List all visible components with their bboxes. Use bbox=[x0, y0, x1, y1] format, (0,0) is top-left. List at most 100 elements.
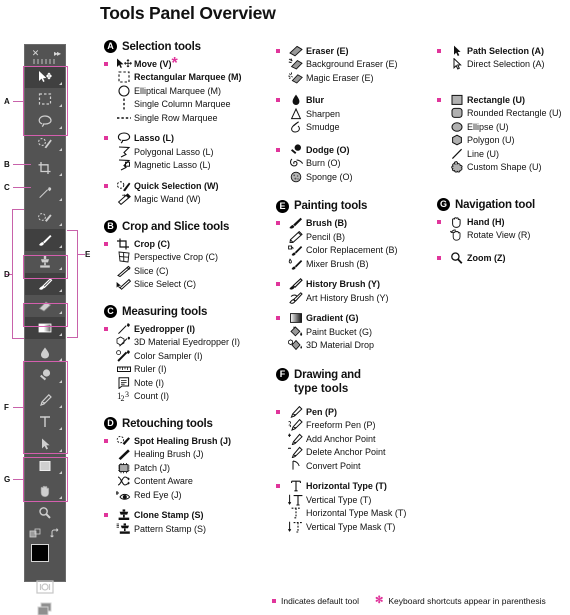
tool-row-content-aware[interactable]: Content Aware bbox=[104, 475, 274, 489]
default-tool-dot-blank bbox=[437, 138, 441, 142]
tool-row-ruler[interactable]: Ruler (I) bbox=[104, 363, 274, 377]
tool-row-horizontal-type-mask[interactable]: Horizontal Type Mask (T) bbox=[276, 507, 436, 521]
tool-row-rotate-view[interactable]: Rotate View (R) bbox=[437, 229, 570, 243]
tool-row-perspective-crop[interactable]: Perspective Crop (C) bbox=[104, 251, 274, 265]
toolbar-brush-tool[interactable] bbox=[25, 229, 65, 251]
tool-row-add-anchor-point[interactable]: Add Anchor Point bbox=[276, 432, 436, 446]
foreground-color-swatch[interactable] bbox=[31, 544, 49, 562]
tool-row-background-eraser[interactable]: Background Eraser (E) bbox=[276, 58, 436, 72]
tool-row-brush[interactable]: Brush (B) bbox=[276, 217, 436, 231]
tool-group: Dodge (O) Burn (O) Sponge (O) bbox=[276, 143, 436, 184]
tool-row-pencil[interactable]: Pencil (B) bbox=[276, 230, 436, 244]
default-tool-dot-blank bbox=[104, 282, 108, 286]
tool-row-single-row-marquee[interactable]: Single Row Marquee bbox=[104, 111, 274, 125]
tool-row-spot-healing-brush[interactable]: Spot Healing Brush (J) bbox=[104, 434, 274, 448]
tool-row-smudge[interactable]: Smudge bbox=[276, 121, 436, 135]
tool-row-patch[interactable]: Patch (J) bbox=[104, 461, 274, 475]
tool-row-custom-shape[interactable]: Custom Shape (U) bbox=[437, 161, 570, 175]
tool-row-polygon[interactable]: Polygon (U) bbox=[437, 134, 570, 148]
tool-row-slice[interactable]: Slice (C) bbox=[104, 264, 274, 278]
tool-row-lasso[interactable]: Lasso (L) bbox=[104, 132, 274, 146]
tool-row-magic-eraser[interactable]: Magic Eraser (E) bbox=[276, 71, 436, 85]
tool-row-blur[interactable]: Blur bbox=[276, 94, 436, 108]
convert-point-icon bbox=[286, 459, 306, 472]
drag-grip-icon[interactable] bbox=[33, 59, 57, 64]
close-icon[interactable]: ✕ bbox=[31, 49, 40, 58]
color-swatches[interactable] bbox=[25, 542, 65, 576]
tool-row-magic-wand[interactable]: Magic Wand (W) bbox=[104, 193, 274, 207]
tool-row-quick-selection[interactable]: Quick Selection (W) bbox=[104, 179, 274, 193]
tool-row-eyedropper[interactable]: Eyedropper (I) bbox=[104, 322, 274, 336]
default-tool-dot-blank bbox=[276, 450, 280, 454]
rounded-rectangle-icon bbox=[447, 107, 467, 120]
tool-row-mixer-brush[interactable]: Mixer Brush (B) bbox=[276, 257, 436, 271]
toolbar-spot-healing-brush-tool[interactable] bbox=[25, 207, 65, 229]
tool-label: Delete Anchor Point bbox=[306, 447, 386, 458]
tool-row-gradient[interactable]: Gradient (G) bbox=[276, 312, 436, 326]
line-icon bbox=[447, 147, 467, 160]
tool-row-art-history-brush[interactable]: Art History Brush (Y) bbox=[276, 291, 436, 305]
tool-row-freeform-pen[interactable]: Freeform Pen (P) bbox=[276, 419, 436, 433]
tool-row-paint-bucket[interactable]: Paint Bucket (G) bbox=[276, 325, 436, 339]
tool-row-pattern-stamp[interactable]: Pattern Stamp (S) bbox=[104, 522, 274, 536]
tool-row-color-replacement[interactable]: Color Replacement (B) bbox=[276, 244, 436, 258]
default-tool-dot-blank bbox=[104, 452, 108, 456]
tool-label: Eyedropper (I) bbox=[134, 323, 196, 334]
tool-row-3d-material-eyedropper[interactable]: 3D Material Eyedropper (I) bbox=[104, 336, 274, 350]
tool-group: Move (V) * Rectangular Marquee (M) Ellipt… bbox=[104, 55, 274, 125]
tool-row-path-selection[interactable]: Path Selection (A) bbox=[437, 44, 570, 58]
tool-row-eraser[interactable]: Eraser (E) bbox=[276, 44, 436, 58]
tool-row-rounded-rectangle[interactable]: Rounded Rectangle (U) bbox=[437, 107, 570, 121]
default-tool-dot bbox=[104, 136, 108, 141]
tool-row-pen[interactable]: Pen (P) bbox=[276, 405, 436, 419]
tool-row-polygonal-lasso[interactable]: Polygonal Lasso (L) bbox=[104, 145, 274, 159]
tool-row-count[interactable]: 123 Count (I) bbox=[104, 390, 274, 404]
tool-row-ellipse[interactable]: Ellipse (U) bbox=[437, 120, 570, 134]
tool-label: Sharpen bbox=[306, 108, 341, 119]
tool-row-healing-brush[interactable]: Healing Brush (J) bbox=[104, 448, 274, 462]
tool-row-zoom[interactable]: Zoom (Z) bbox=[437, 251, 570, 265]
tool-row-history-brush[interactable]: History Brush (Y) bbox=[276, 278, 436, 292]
tool-row-sponge[interactable]: Sponge (O) bbox=[276, 170, 436, 184]
tool-row-vertical-type[interactable]: Vertical Type (T) bbox=[276, 493, 436, 507]
tool-row-horizontal-type[interactable]: Horizontal Type (T) bbox=[276, 480, 436, 494]
3d-material-drop-icon bbox=[286, 339, 306, 352]
tool-row-elliptical-marquee[interactable]: Elliptical Marquee (M) bbox=[104, 84, 274, 98]
expand-icon[interactable]: ▸▸ bbox=[54, 49, 61, 58]
screen-mode-toggle[interactable] bbox=[25, 598, 65, 615]
tool-row-slice-select[interactable]: Slice Select (C) bbox=[104, 278, 274, 292]
lasso-icon bbox=[114, 132, 134, 145]
toolbar-zoom-tool[interactable] bbox=[25, 502, 65, 524]
tool-row-vertical-type-mask[interactable]: Vertical Type Mask (T) bbox=[276, 520, 436, 534]
tool-row-delete-anchor-point[interactable]: Delete Anchor Point bbox=[276, 446, 436, 460]
toolbar-crop-tool[interactable] bbox=[25, 157, 65, 179]
default-tool-dot-blank bbox=[276, 262, 280, 266]
tool-row-crop[interactable]: Crop (C) bbox=[104, 237, 274, 251]
tool-row-move[interactable]: Move (V) * bbox=[104, 55, 274, 72]
sponge-icon bbox=[286, 170, 306, 183]
tool-row-3d-material-drop[interactable]: 3D Material Drop bbox=[276, 339, 436, 353]
tool-row-burn[interactable]: Burn (O) bbox=[276, 157, 436, 171]
toolbar-eyedropper-tool[interactable] bbox=[25, 182, 65, 204]
tool-row-magnetic-lasso[interactable]: Magnetic Lasso (L) bbox=[104, 159, 274, 173]
tool-row-color-sampler[interactable]: Color Sampler (I) bbox=[104, 349, 274, 363]
tool-row-note[interactable]: Note (I) bbox=[104, 376, 274, 390]
tool-row-dodge[interactable]: Dodge (O) bbox=[276, 143, 436, 157]
tool-label: Count (I) bbox=[134, 391, 170, 402]
tool-row-hand[interactable]: Hand (H) bbox=[437, 215, 570, 229]
tool-row-rectangular-marquee[interactable]: Rectangular Marquee (M) bbox=[104, 71, 274, 85]
tool-row-rectangle[interactable]: Rectangle (U) bbox=[437, 93, 570, 107]
blur-icon bbox=[286, 94, 306, 107]
tool-row-line[interactable]: Line (U) bbox=[437, 147, 570, 161]
tool-label: 3D Material Eyedropper (I) bbox=[134, 337, 241, 348]
paint-bucket-icon bbox=[286, 325, 306, 338]
tool-row-direct-selection[interactable]: Direct Selection (A) bbox=[437, 58, 570, 72]
tool-row-sharpen[interactable]: Sharpen bbox=[276, 107, 436, 121]
page-title: Tools Panel Overview bbox=[100, 3, 276, 23]
tool-row-convert-point[interactable]: Convert Point bbox=[276, 459, 436, 473]
default-tool-dot bbox=[104, 438, 108, 443]
tool-row-single-column-marquee[interactable]: Single Column Marquee bbox=[104, 98, 274, 112]
tool-row-red-eye[interactable]: Red Eye (J) bbox=[104, 488, 274, 502]
tool-group: Brush (B) Pencil (B) Color Replacement (… bbox=[276, 217, 436, 271]
tool-row-clone-stamp[interactable]: Clone Stamp (S) bbox=[104, 509, 274, 523]
